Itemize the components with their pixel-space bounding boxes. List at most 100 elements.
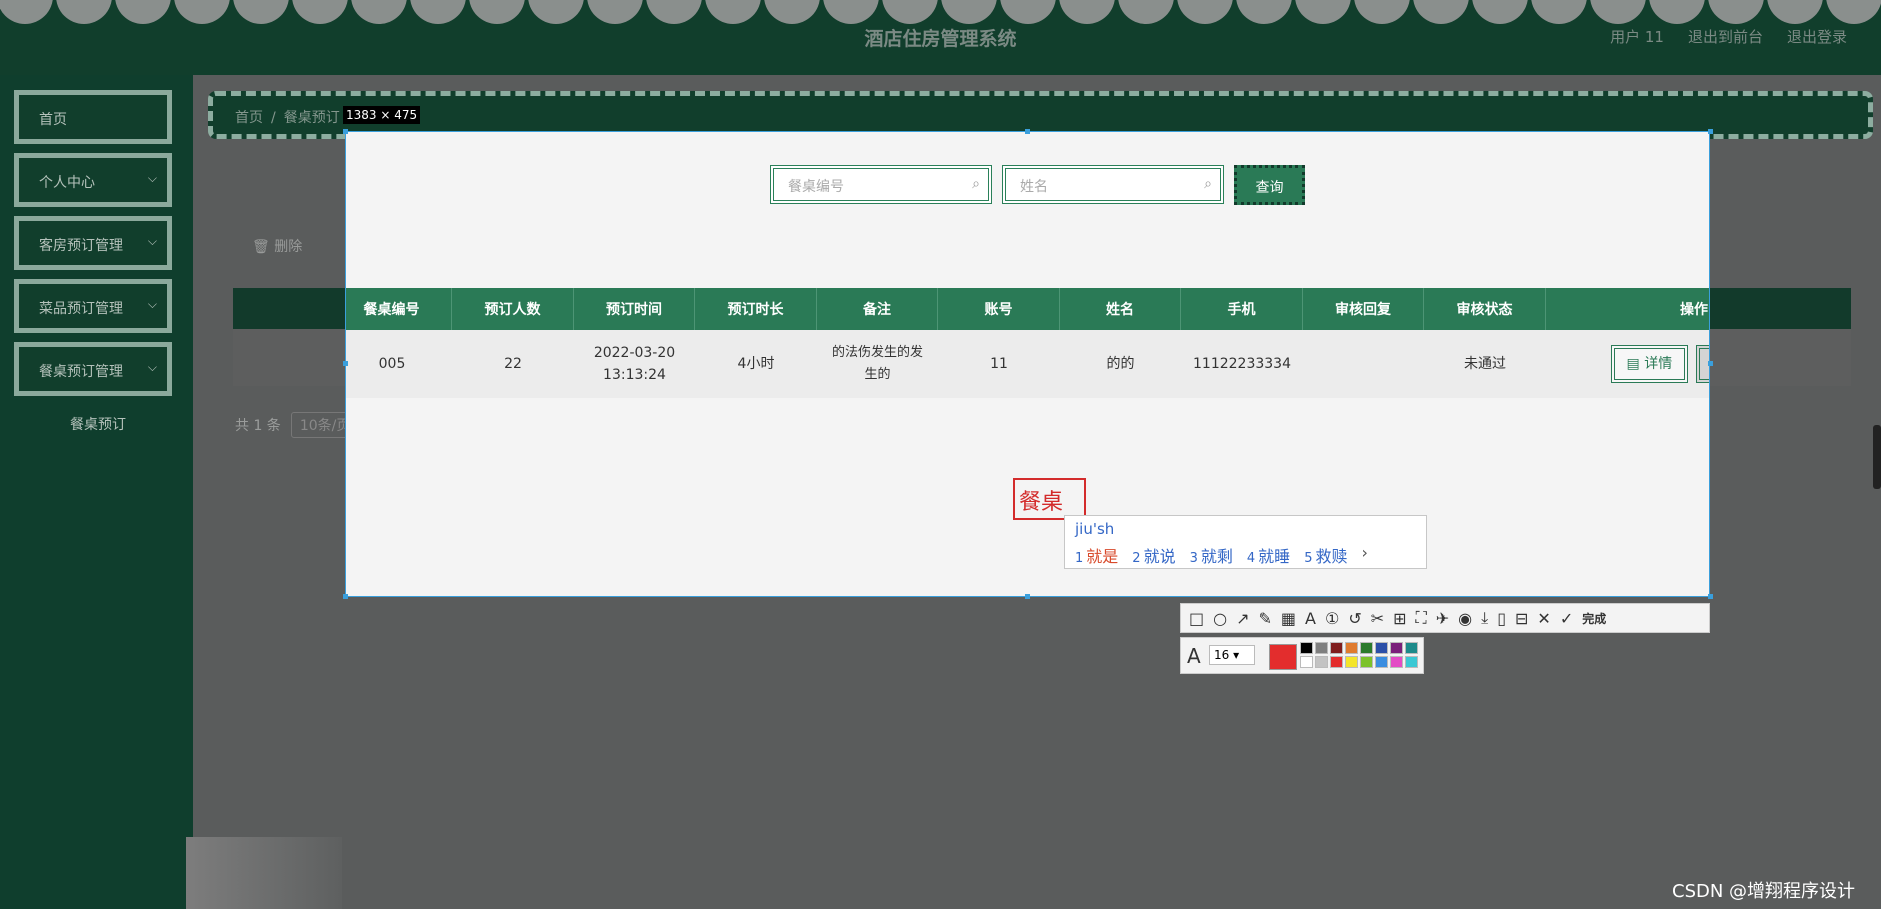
resize-handle[interactable]: [343, 129, 348, 134]
done-label[interactable]: 完成: [1582, 610, 1606, 627]
sidebar-subitem-table-reservation[interactable]: 餐桌预订: [70, 414, 126, 434]
copy-icon[interactable]: ▯: [1497, 609, 1506, 628]
translate-icon[interactable]: ⊞: [1393, 609, 1406, 628]
detail-button[interactable]: ▤ 详情: [1610, 345, 1689, 383]
sidebar-item-dish-booking[interactable]: 菜品预订管理 ⌵: [14, 279, 172, 333]
breadcrumb-current: 餐桌预订: [283, 110, 340, 126]
ime-candidate[interactable]: 4 就睡: [1247, 543, 1290, 567]
batch-delete-button[interactable]: 🗑 删除: [252, 236, 302, 256]
color-palette: [1300, 642, 1419, 668]
annotation-text-box[interactable]: 餐桌: [1013, 478, 1086, 520]
sidebar-item-personal-center[interactable]: 个人中心 ⌵: [14, 153, 172, 207]
ime-next-page-icon[interactable]: ›: [1361, 543, 1367, 567]
column-header: 审核回复: [1303, 288, 1424, 330]
color-swatch[interactable]: [1315, 642, 1328, 654]
ime-candidate-window: jiu'sh 1 就是 2 就说 3 就剩 4 就睡 5 救赎 ›: [1064, 515, 1427, 569]
scrollbar[interactable]: [1873, 425, 1881, 489]
cell-name: 的的: [1106, 356, 1135, 372]
resize-handle[interactable]: [343, 361, 348, 366]
ime-candidate[interactable]: 1 就是: [1075, 543, 1118, 567]
booking-table: 索引 餐桌编号 预订人数 预订时间 预订时长 备注 账号 姓名 手机 审核回复 …: [346, 288, 1709, 398]
user-name[interactable]: 用户 11: [1610, 26, 1664, 47]
text-icon[interactable]: A: [1305, 609, 1316, 628]
mosaic-icon[interactable]: ▦: [1281, 609, 1296, 628]
column-header: 账号: [938, 288, 1060, 330]
logout-link[interactable]: 退出登录: [1787, 26, 1847, 47]
ime-candidates: 1 就是 2 就说 3 就剩 4 就睡 5 救赎 ›: [1075, 543, 1368, 567]
chevron-down-icon: ⌵: [147, 171, 157, 185]
pin-icon[interactable]: ✈: [1436, 609, 1449, 628]
ime-candidate[interactable]: 2 就说: [1132, 543, 1175, 567]
search-icon: ⌕: [972, 176, 980, 192]
resize-handle[interactable]: [343, 594, 348, 599]
close-icon[interactable]: ✕: [1537, 609, 1550, 628]
check-icon[interactable]: ✓: [1560, 609, 1573, 628]
screenshot-selection[interactable]: 餐桌编号⌕ 姓名⌕ 查询 索引 餐桌编号 预订人数 预订时间 预订时长 备注 账…: [345, 131, 1710, 597]
pencil-icon[interactable]: ✎: [1259, 609, 1272, 628]
query-button[interactable]: 查询: [1234, 165, 1305, 205]
column-header: 备注: [817, 288, 938, 330]
record-icon[interactable]: ◉: [1458, 609, 1472, 628]
exit-to-front-link[interactable]: 退出到前台: [1688, 26, 1763, 47]
scallop-decoration: [0, 0, 1881, 24]
arrow-icon[interactable]: ↗: [1236, 609, 1249, 628]
name-search-input[interactable]: 姓名 ⌕: [1002, 165, 1224, 204]
color-swatch[interactable]: [1375, 656, 1388, 668]
cell-time: 2022-03-20 13:13:24: [593, 345, 676, 383]
color-swatch[interactable]: [1360, 642, 1373, 654]
rectangle-icon[interactable]: □: [1189, 609, 1204, 628]
color-swatch[interactable]: [1390, 642, 1403, 654]
ime-candidate[interactable]: 5 救赎: [1304, 543, 1347, 567]
number-icon[interactable]: ①: [1325, 609, 1339, 628]
color-swatch[interactable]: [1360, 656, 1373, 668]
table-row[interactable]: 1 005 22 2022-03-20 13:13:24 4小时 的法伤发生的发…: [346, 330, 1709, 398]
sidebar-item-home[interactable]: 首页: [14, 90, 172, 144]
font-size-icon: A: [1187, 644, 1201, 668]
current-color-swatch[interactable]: [1269, 644, 1297, 670]
ocr-icon[interactable]: ✂: [1371, 609, 1384, 628]
cell-reply: [1303, 330, 1424, 398]
pagination-total: 共 1 条: [235, 418, 281, 434]
color-swatch[interactable]: [1345, 642, 1358, 654]
column-header: 预订人数: [452, 288, 574, 330]
color-swatch[interactable]: [1300, 642, 1313, 654]
breadcrumb-home[interactable]: 首页: [235, 110, 263, 126]
color-swatch[interactable]: [1405, 656, 1418, 668]
chevron-down-icon: ⌵: [147, 297, 157, 311]
color-swatch[interactable]: [1300, 656, 1313, 668]
cell-table-no: 005: [378, 356, 406, 372]
resize-handle[interactable]: [1708, 594, 1713, 599]
app-title: 酒店住房管理系统: [864, 28, 1017, 50]
resize-handle[interactable]: [1025, 594, 1030, 599]
ime-candidate[interactable]: 3 就剩: [1190, 543, 1233, 567]
resize-handle[interactable]: [1708, 361, 1713, 366]
color-swatch[interactable]: [1345, 656, 1358, 668]
top-header: 酒店住房管理系统 用户 11 退出到前台 退出登录: [0, 0, 1881, 75]
chevron-down-icon: ⌵: [147, 234, 157, 248]
scan-icon[interactable]: ⛶: [1416, 608, 1427, 628]
column-header: 审核状态: [1424, 288, 1546, 330]
undo-icon[interactable]: ↺: [1348, 609, 1361, 628]
resize-handle[interactable]: [1025, 129, 1030, 134]
color-swatch[interactable]: [1390, 656, 1403, 668]
color-swatch[interactable]: [1375, 642, 1388, 654]
resize-handle[interactable]: [1708, 129, 1713, 134]
font-size-select[interactable]: 16 ▾: [1209, 645, 1255, 665]
sidebar-item-table-booking[interactable]: 餐桌预订管理 ⌵: [14, 342, 172, 396]
sidebar-item-room-booking[interactable]: 客房预订管理 ⌵: [14, 216, 172, 270]
table-no-search-input[interactable]: 餐桌编号 ⌕: [770, 165, 992, 204]
color-swatch[interactable]: [1330, 656, 1343, 668]
color-swatch[interactable]: [1315, 656, 1328, 668]
chevron-down-icon: ⌵: [147, 360, 157, 374]
cell-phone: 11122233334: [1193, 356, 1291, 372]
text-style-bar: A 16 ▾: [1180, 637, 1424, 674]
download-icon[interactable]: ⤓: [1481, 608, 1488, 628]
column-header: 预订时长: [695, 288, 817, 330]
screenshot-toolbar: □ ○ ↗ ✎ ▦ A ① ↺ ✂ ⊞ ⛶ ✈ ◉ ⤓ ▯ ⊟ ✕ ✓ 完成: [1180, 603, 1710, 633]
bookmark-icon[interactable]: ⊟: [1515, 609, 1528, 628]
document-icon: ▤: [1626, 356, 1640, 372]
ellipse-icon[interactable]: ○: [1213, 609, 1227, 628]
color-swatch[interactable]: [1405, 642, 1418, 654]
mosaic-area: [186, 837, 342, 909]
color-swatch[interactable]: [1330, 642, 1343, 654]
